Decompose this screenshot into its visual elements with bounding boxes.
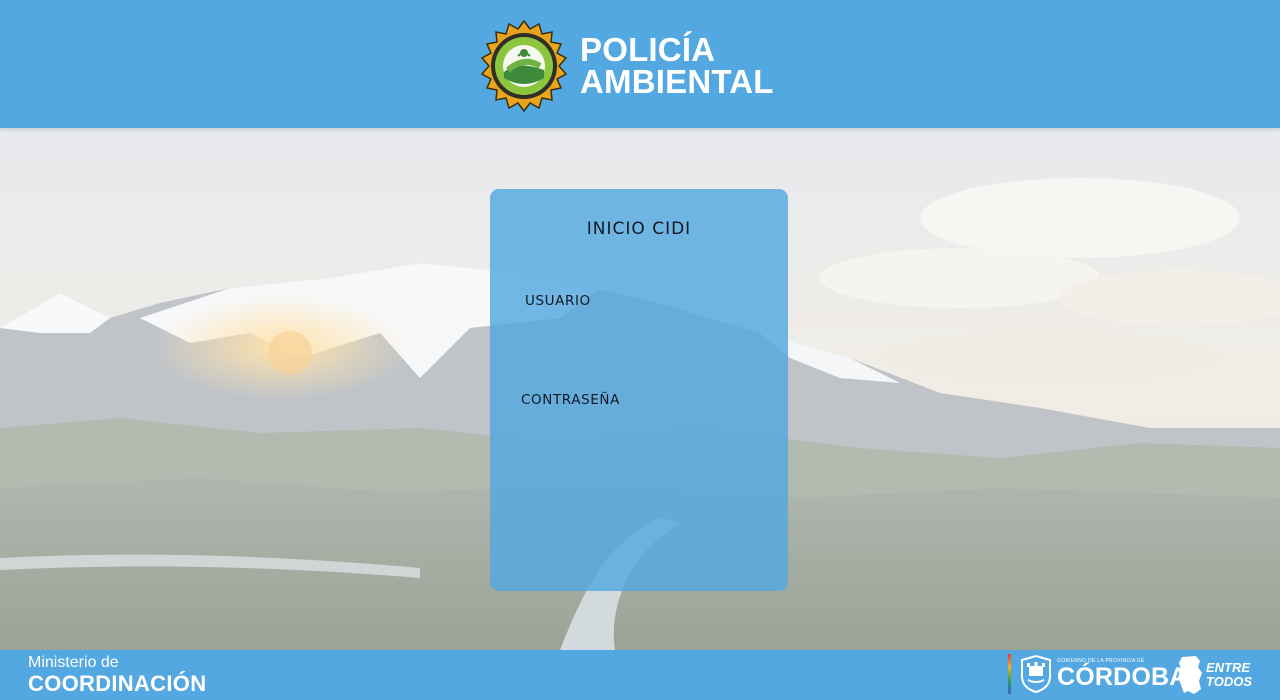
policia-ambiental-seal-icon: [480, 20, 568, 112]
brand-title: POLICÍA AMBIENTAL: [580, 31, 774, 100]
login-title: INICIO CIDI: [586, 219, 692, 239]
ministry-line-2: COORDINACIÓN: [28, 671, 207, 696]
password-input[interactable]: [521, 416, 757, 446]
government-name: CÓRDOBA: [1057, 663, 1188, 691]
password-label: CONTRASEÑA: [521, 392, 620, 408]
slogan-line-2: TODOS: [1206, 674, 1252, 689]
brand-line-2: AMBIENTAL: [580, 63, 774, 100]
login-card: INICIO CIDI USUARIO CONTRASEÑA: [490, 189, 788, 591]
government-text: GOBIERNO DE LA PROVINCIA DE CÓRDOBA: [1057, 658, 1188, 690]
slogan-line-1: ENTRE: [1206, 660, 1251, 675]
bottom-footer: Ministerio de COORDINACIÓN GOBIERNO DE L…: [0, 650, 1280, 700]
government-logo[interactable]: GOBIERNO DE LA PROVINCIA DE CÓRDOBA: [1008, 654, 1188, 694]
ministry-logo[interactable]: Ministerio de COORDINACIÓN: [28, 654, 206, 696]
top-header: POLICÍA AMBIENTAL: [0, 0, 1280, 128]
brand-logo[interactable]: POLICÍA AMBIENTAL: [478, 20, 774, 112]
username-input[interactable]: [521, 317, 757, 347]
color-stripe: [1008, 654, 1011, 694]
slogan-text: ENTRE TODOS: [1206, 661, 1252, 689]
cordoba-shield-icon: [1021, 654, 1051, 694]
slogan-logo[interactable]: ENTRE TODOS: [1176, 655, 1252, 695]
brand-line-1: POLICÍA: [580, 31, 716, 68]
username-label: USUARIO: [525, 293, 591, 309]
ministry-line-1: Ministerio de: [28, 654, 119, 671]
cordoba-map-icon: [1178, 656, 1202, 694]
